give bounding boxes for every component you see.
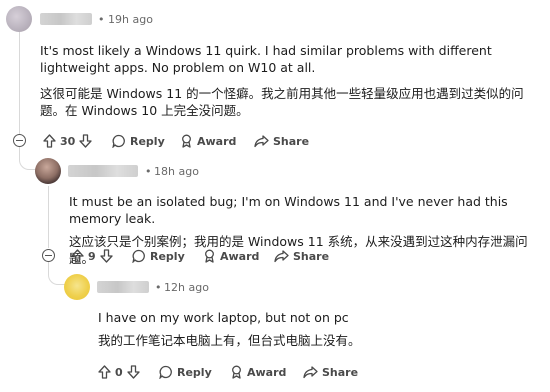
vote-count: 30: [60, 134, 76, 148]
avatar[interactable]: [6, 6, 32, 32]
separator-dot: •: [155, 281, 162, 294]
username-redacted[interactable]: [97, 281, 149, 293]
vote-controls: 30: [43, 134, 92, 148]
share-label: Share: [273, 134, 310, 148]
downvote-icon[interactable]: [127, 365, 140, 379]
comment-text-zh: 我的工作笔记本电脑上有，但台式电脑上没有。: [98, 333, 361, 348]
vote-count: 9: [88, 249, 96, 263]
vote-controls: 0: [98, 365, 140, 379]
share-button[interactable]: Share: [274, 249, 329, 263]
reply-button[interactable]: Reply: [112, 134, 165, 148]
username-redacted[interactable]: [40, 13, 92, 25]
downvote-icon[interactable]: [100, 249, 113, 263]
comment-icon: [112, 134, 126, 148]
avatar[interactable]: [35, 158, 61, 184]
share-label: Share: [322, 365, 359, 379]
username-redacted[interactable]: [68, 165, 138, 177]
comment-body: I have on my work laptop, but not on pc …: [98, 309, 543, 349]
reply-button[interactable]: Reply: [132, 249, 185, 263]
comment-text-en: It must be an isolated bug; I'm on Windo…: [69, 194, 508, 226]
award-button[interactable]: Award: [230, 365, 286, 379]
downvote-icon[interactable]: [79, 134, 92, 148]
timestamp: 19h ago: [108, 13, 153, 26]
comment-icon: [132, 249, 146, 263]
comment-icon: [159, 365, 173, 379]
timestamp: 18h ago: [154, 165, 199, 178]
share-icon: [254, 134, 269, 148]
comment-body: It's most likely a Windows 11 quirk. I h…: [40, 42, 545, 119]
comment-text-zh: 这很可能是 Windows 11 的一个怪癖。我之前用其他一些轻量级应用也遇到过…: [40, 86, 524, 118]
vote-count: 0: [115, 365, 123, 379]
upvote-icon[interactable]: [43, 134, 56, 148]
award-label: Award: [220, 249, 260, 263]
avatar[interactable]: [64, 274, 90, 300]
reply-label: Reply: [150, 249, 185, 263]
reply-label: Reply: [130, 134, 165, 148]
share-button[interactable]: Share: [254, 134, 309, 148]
vote-controls: 9: [71, 249, 113, 263]
collapse-thread-button[interactable]: [42, 249, 55, 262]
timestamp: 12h ago: [164, 281, 209, 294]
award-label: Award: [247, 365, 287, 379]
reply-button[interactable]: Reply: [159, 365, 212, 379]
collapse-thread-button[interactable]: [13, 134, 26, 147]
share-icon: [274, 249, 289, 263]
share-button[interactable]: Share: [303, 365, 358, 379]
award-label: Award: [197, 134, 237, 148]
share-label: Share: [293, 249, 330, 263]
separator-dot: •: [98, 13, 105, 26]
comment-text-en: It's most likely a Windows 11 quirk. I h…: [40, 43, 492, 75]
upvote-icon[interactable]: [71, 249, 84, 263]
award-icon: [180, 134, 193, 148]
upvote-icon[interactable]: [98, 365, 111, 379]
comment-text-en: I have on my work laptop, but not on pc: [98, 310, 349, 325]
thread-line-reply: [48, 186, 49, 248]
award-icon: [230, 365, 243, 379]
award-button[interactable]: Award: [180, 134, 236, 148]
reply-label: Reply: [177, 365, 212, 379]
share-icon: [303, 365, 318, 379]
award-button[interactable]: Award: [203, 249, 259, 263]
award-icon: [203, 249, 216, 263]
separator-dot: •: [145, 165, 152, 178]
thread-line-root: [19, 30, 20, 136]
